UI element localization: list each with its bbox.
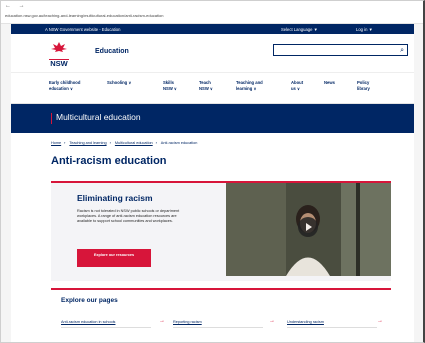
page-title: Anti-racism education [51,155,167,167]
government-masthead: A NSW Government website - Education Sel… [11,24,414,34]
explore-title: Explore our pages [61,297,118,304]
arrow-right-icon[interactable]: → [159,318,165,324]
search-input[interactable]: ⌕ [273,44,408,56]
search-icon[interactable]: ⌕ [400,45,404,56]
play-icon[interactable] [298,217,318,237]
hero-accent-bar [51,113,52,124]
explore-resources-button[interactable]: Explore our resources [77,249,151,267]
brand-name[interactable]: Education [95,48,129,55]
nav-item-about[interactable]: About us ∨ [291,80,303,91]
nav-item-teaching-learning[interactable]: Teaching and learning ∨ [236,80,263,91]
arrow-right-icon[interactable]: → [377,318,383,324]
section-title: Multicultural education [56,112,141,122]
explore-link-anti-racism-schools[interactable]: Anti-racism education in schools [61,320,151,328]
masthead-text: A NSW Government website - Education [45,27,121,32]
breadcrumb-current: Anti-racism education [160,141,198,145]
browser-frame: ← → education.nsw.gov.au/teaching-and-le… [0,0,425,343]
login-button[interactable]: Log in ▼ [356,27,373,32]
browser-nav-arrows[interactable]: ← → [5,3,28,9]
waratah-icon [51,42,67,52]
main-navigation: Early childhood education ∨ Schooling ∨ S… [11,73,414,104]
video-player[interactable] [226,183,391,276]
nsw-logo[interactable]: NSW [49,40,69,68]
feature-title: Eliminating racism [77,193,153,203]
breadcrumb: Home › Teaching and learning › Multicultur… [51,141,198,145]
site-header: NSW Education ⌕ [11,34,414,73]
select-language-button[interactable]: Select Language ▼ [281,27,318,32]
feature-card: Eliminating racism Racism is not tolerat… [51,181,391,281]
nav-item-schooling[interactable]: Schooling ∨ [107,80,131,86]
address-bar[interactable]: education.nsw.gov.au/teaching-and-learni… [5,13,163,18]
login-label: Log in [356,27,368,32]
nav-item-policy-library[interactable]: Policy library [357,80,370,91]
feature-description: Racism is not tolerated in NSW public sc… [77,209,180,224]
explore-link-understanding-racism[interactable]: Understanding racism [287,320,377,328]
web-page: A NSW Government website - Education Sel… [11,24,414,342]
user-icon: ▼ [368,27,373,32]
nav-item-skills[interactable]: Skills NSW ∨ [163,80,177,91]
nav-item-early-childhood[interactable]: Early childhood education ∨ [49,80,80,91]
breadcrumb-home[interactable]: Home [51,141,61,145]
breadcrumb-teaching-learning[interactable]: Teaching and learning [69,141,106,145]
logo-text: NSW [49,59,69,68]
arrow-right-icon[interactable]: → [269,318,275,324]
browser-chrome: ← → education.nsw.gov.au/teaching-and-le… [1,1,423,24]
breadcrumb-multicultural[interactable]: Multicultural education [115,141,153,145]
nav-item-news[interactable]: News [324,80,335,86]
explore-link-reporting-racism[interactable]: Reporting racism [173,320,263,328]
nav-item-teach[interactable]: Teach NSW ∨ [199,80,213,91]
section-hero-banner: Multicultural education [11,104,414,133]
explore-section: Explore our pages Anti-racism education … [51,288,391,342]
